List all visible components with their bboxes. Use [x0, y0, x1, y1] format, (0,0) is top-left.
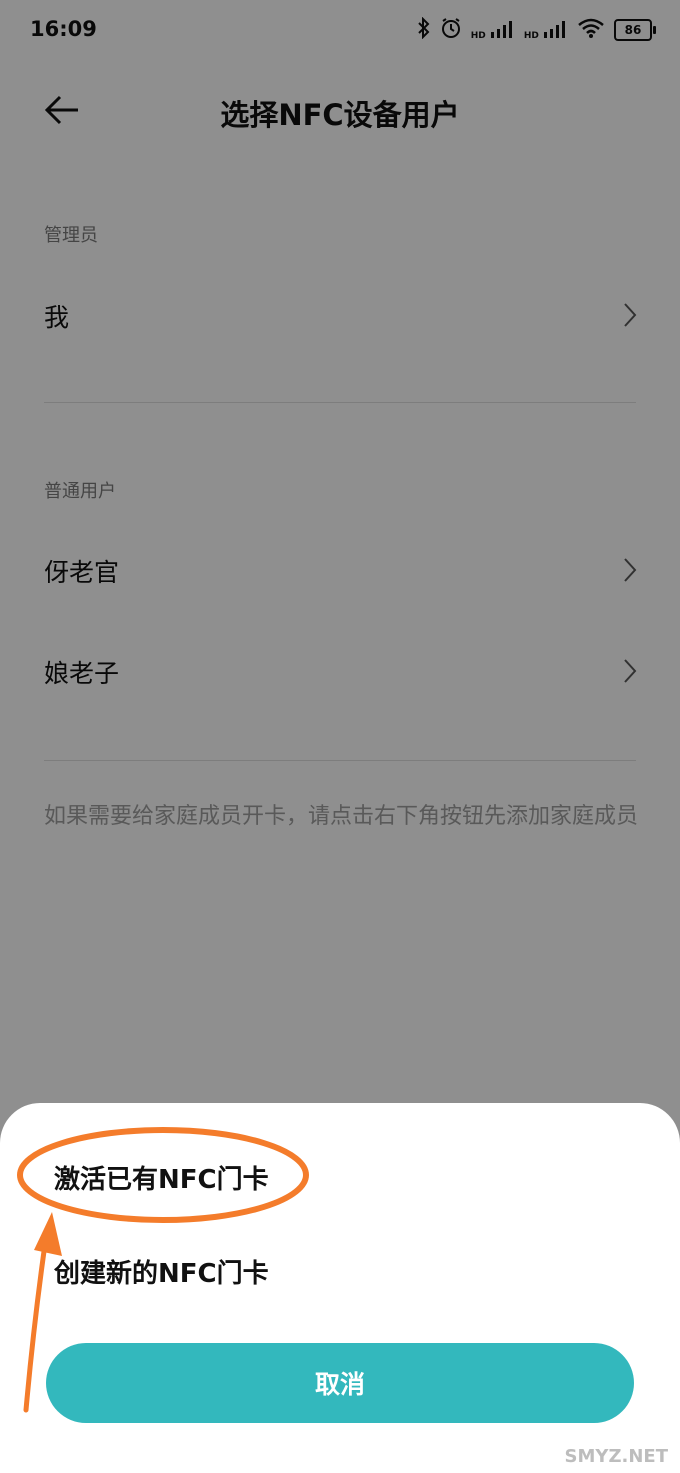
create-new-card-option[interactable]: 创建新的NFC门卡 [54, 1253, 269, 1290]
activate-existing-card-option[interactable]: 激活已有NFC门卡 [54, 1159, 269, 1196]
bottom-sheet: 激活已有NFC门卡 创建新的NFC门卡 取消 [0, 1103, 680, 1473]
cancel-button[interactable]: 取消 [46, 1343, 634, 1423]
watermark: SMYZ.NET [564, 1446, 668, 1467]
